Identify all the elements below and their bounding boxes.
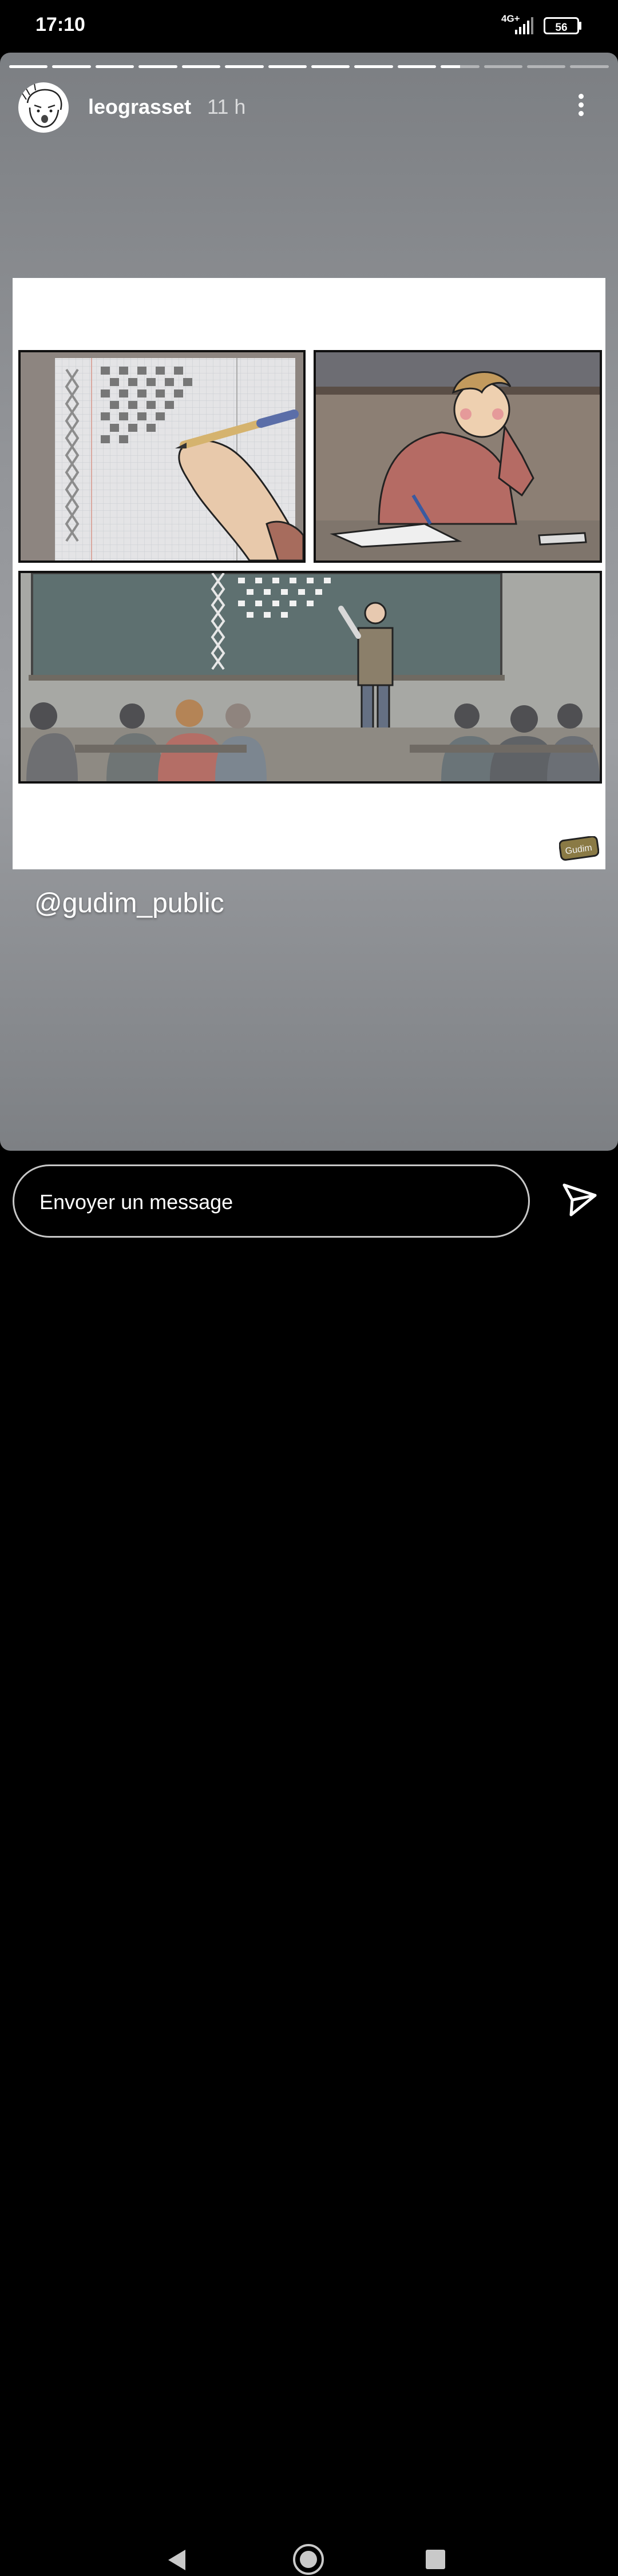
send-icon[interactable]: [561, 1182, 599, 1219]
story-progress: [9, 65, 609, 68]
story-mention[interactable]: @gudim_public: [34, 888, 224, 919]
comic-image: Gudim: [13, 278, 605, 869]
progress-segment: [52, 65, 91, 68]
progress-segment: [9, 65, 48, 68]
avatar-face-drawing: [21, 83, 62, 128]
comic-panel-classroom: [18, 571, 602, 784]
battery-icon: 56: [544, 17, 579, 34]
system-navigation-bar: [0, 1258, 618, 2575]
more-vertical-icon[interactable]: [572, 90, 589, 125]
story-card[interactable]: leograsset 11 h Gudim @gudim_public: [0, 53, 618, 1151]
progress-segment: [225, 65, 264, 68]
reply-message-input[interactable]: Envoyer un message: [13, 1164, 530, 1238]
signal-icon: [515, 17, 533, 34]
progress-segment-fill: [311, 65, 350, 68]
notebook-drawing: [55, 358, 303, 560]
progress-segment-fill: [397, 65, 437, 68]
progress-segment-fill: [225, 65, 264, 68]
progress-segment: [484, 65, 523, 68]
progress-segment: [527, 65, 566, 68]
story-time-ago: 11 h: [207, 95, 246, 118]
progress-segment-fill: [268, 65, 307, 68]
progress-segment: [354, 65, 393, 68]
progress-segment: [570, 65, 609, 68]
comic-panel-notebook: [18, 350, 306, 563]
progress-segment-fill: [138, 65, 177, 68]
status-bar: 17:10 4G+ 56: [0, 0, 618, 53]
recents-icon[interactable]: [426, 2550, 445, 2569]
student-drawing: [316, 352, 600, 560]
battery-level: 56: [548, 21, 575, 34]
home-icon[interactable]: [292, 2543, 325, 2576]
back-icon[interactable]: [164, 2547, 188, 2573]
status-time: 17:10: [35, 14, 85, 35]
gudim-watermark-logo: Gudim: [559, 836, 599, 861]
progress-segment-fill: [354, 65, 393, 68]
progress-segment-fill: [441, 65, 460, 68]
progress-segment: [311, 65, 350, 68]
progress-segment: [397, 65, 437, 68]
story-username[interactable]: leograsset: [88, 95, 191, 119]
progress-segment: [138, 65, 177, 68]
progress-segment: [441, 65, 480, 68]
comic-panel-student: [314, 350, 602, 563]
progress-segment: [95, 65, 134, 68]
progress-segment: [181, 65, 221, 68]
progress-segment-fill: [9, 65, 48, 68]
progress-segment-fill: [95, 65, 134, 68]
progress-segment: [268, 65, 307, 68]
avatar[interactable]: [18, 82, 69, 133]
battery-percentage: 56: [555, 22, 568, 34]
classroom-drawing: [21, 573, 600, 781]
progress-segment-fill: [52, 65, 91, 68]
reply-placeholder: Envoyer un message: [39, 1190, 233, 1214]
battery-nub: [579, 22, 581, 30]
progress-segment-fill: [181, 65, 221, 68]
